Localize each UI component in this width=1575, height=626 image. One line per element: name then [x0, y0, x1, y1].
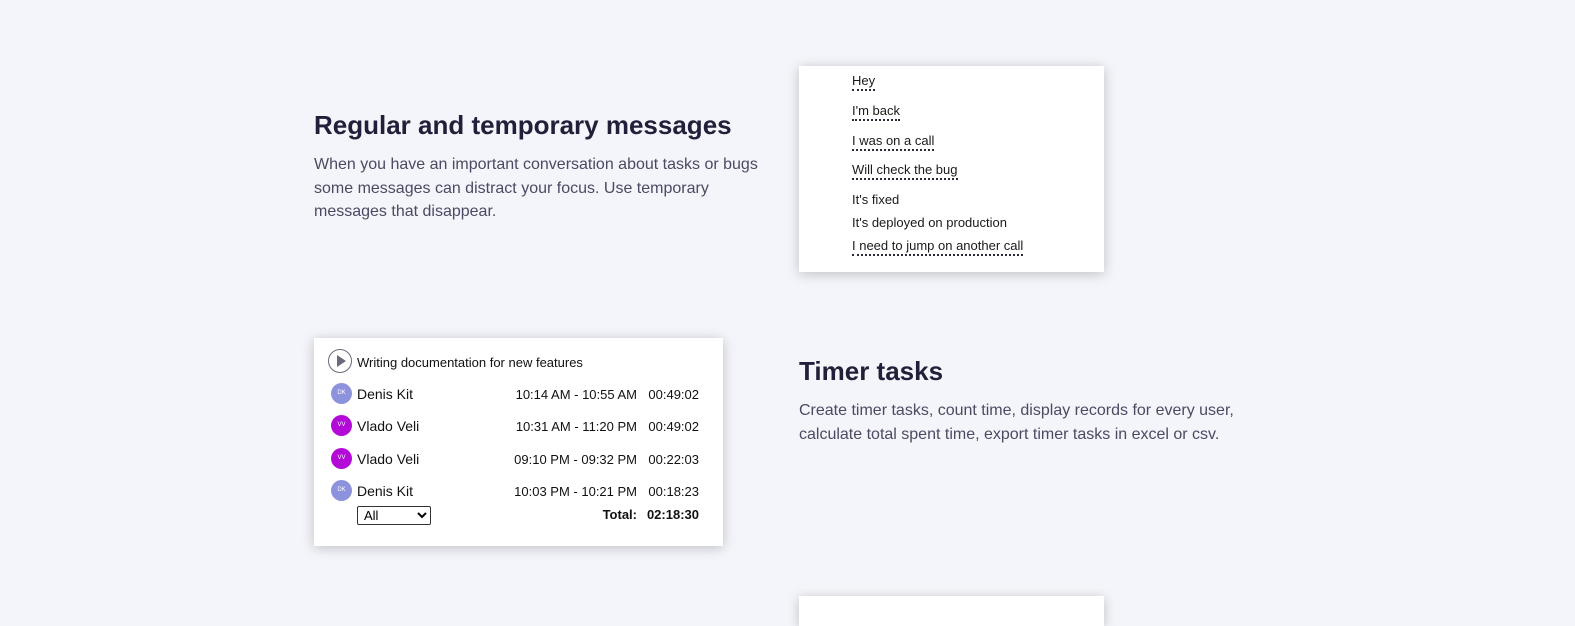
record-user-name: Vlado Veli [357, 418, 420, 434]
record-duration: 00:22:03 [648, 452, 699, 467]
message-item: Will check the bug [852, 162, 958, 180]
next-section-card [799, 596, 1104, 626]
timer-record-row: VV Vlado Veli 10:31 AM - 11:20 PM 00:49:… [314, 413, 723, 439]
timer-record-row: VV Vlado Veli 09:10 PM - 09:32 PM 00:22:… [314, 446, 723, 472]
avatar: VV [331, 415, 352, 436]
message-item: I'm back [852, 103, 900, 121]
section-title-messages: Regular and temporary messages [314, 110, 732, 140]
play-button[interactable] [328, 349, 352, 373]
record-duration: 00:49:02 [648, 419, 699, 434]
avatar: DK [331, 383, 352, 404]
record-time-range: 10:03 PM - 10:21 PM [514, 484, 637, 499]
record-time-range: 09:10 PM - 09:32 PM [514, 452, 637, 467]
record-user-name: Vlado Veli [357, 451, 420, 467]
message-item: I need to jump on another call [852, 238, 1024, 256]
section-description-timer: Create timer tasks, count time, display … [799, 402, 1234, 443]
record-user-name: Denis Kit [357, 483, 414, 499]
message-item: It's fixed [852, 192, 900, 207]
messages-demo-card: Hey I'm back I was on a call Will check … [799, 66, 1104, 272]
avatar: VV [331, 448, 352, 469]
message-item: Hey [852, 73, 876, 91]
record-user-name: Denis Kit [357, 386, 414, 402]
timer-record-row: DK Denis Kit 10:03 PM - 10:21 PM 00:18:2… [314, 478, 723, 504]
record-time-range: 10:31 AM - 11:20 PM [515, 419, 637, 434]
record-duration: 00:49:02 [648, 387, 699, 402]
message-item: I was on a call [852, 133, 935, 151]
record-duration: 00:18:23 [648, 484, 699, 499]
section-description-messages: When you have an important conversation … [314, 156, 758, 220]
play-icon [337, 355, 346, 367]
timer-demo-card: Writing documentation for new features D… [314, 338, 723, 546]
total-label: Total: [602, 507, 637, 522]
message-item: It's deployed on production [852, 215, 1007, 230]
timer-task-title: Writing documentation for new features [357, 355, 583, 370]
record-time-range: 10:14 AM - 10:55 AM [515, 387, 637, 402]
timer-record-row: DK Denis Kit 10:14 AM - 10:55 AM 00:49:0… [314, 381, 723, 407]
section-title-timer: Timer tasks [799, 356, 944, 386]
user-filter-select[interactable]: All [357, 506, 431, 525]
avatar: DK [331, 480, 352, 501]
total-value: 02:18:30 [646, 507, 699, 522]
